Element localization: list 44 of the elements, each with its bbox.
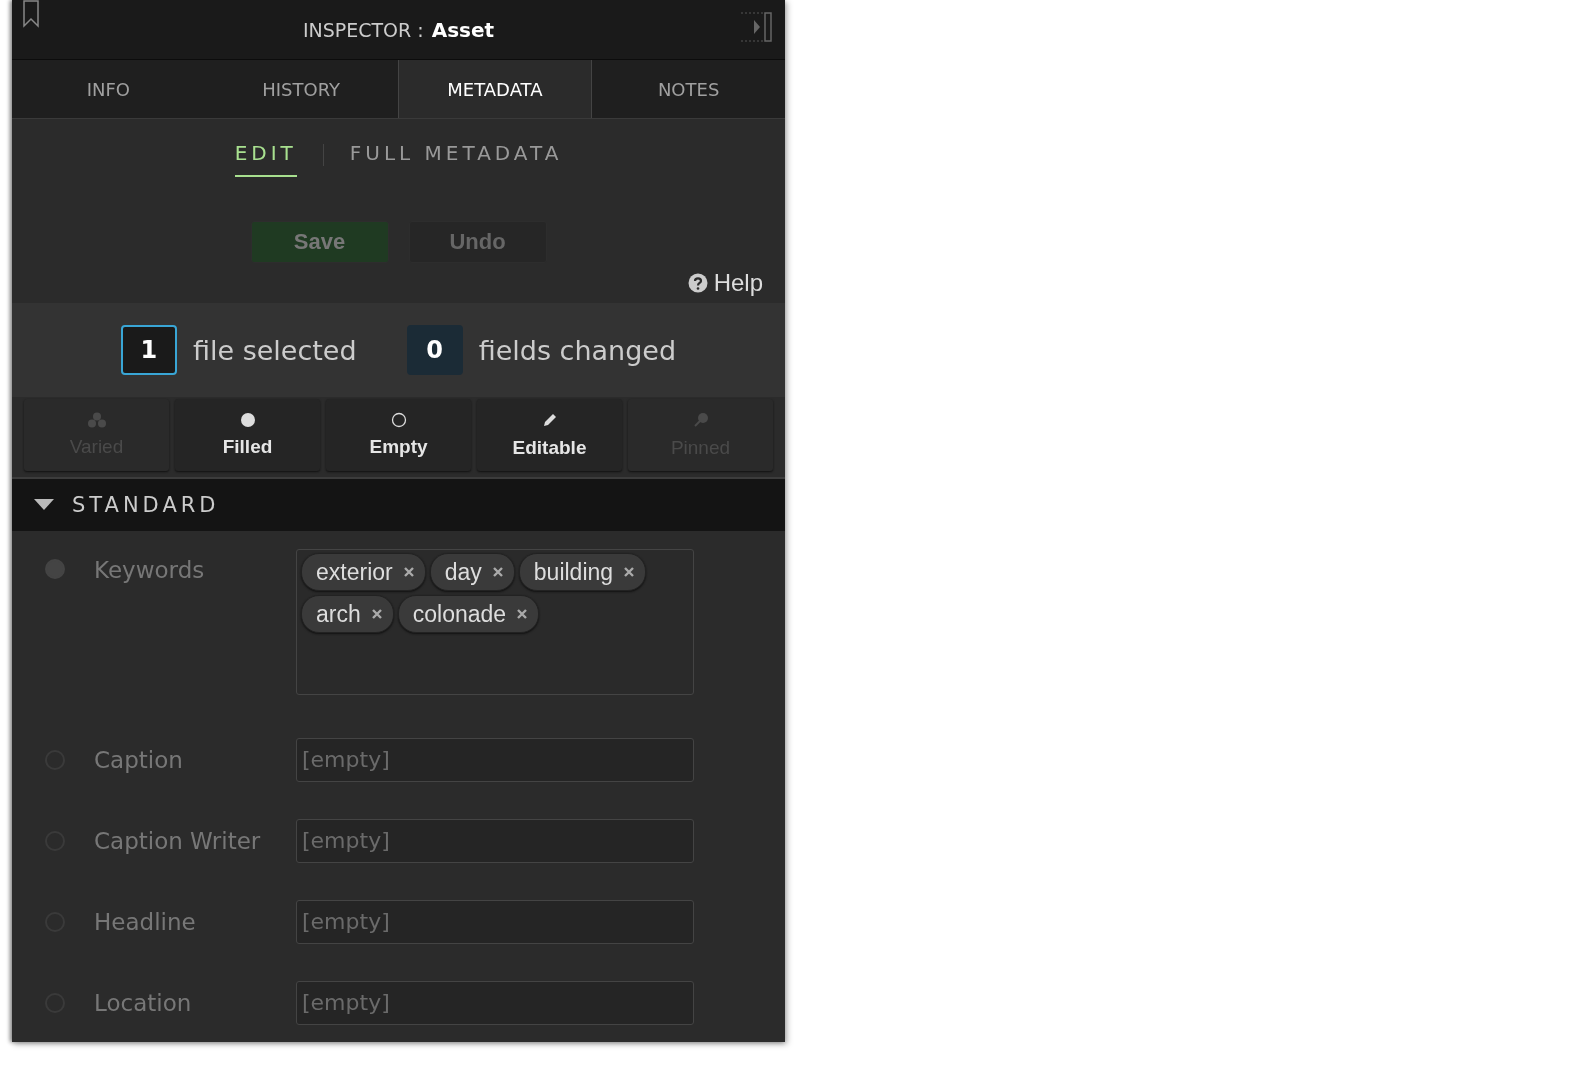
field-label: Location bbox=[94, 989, 193, 1016]
tab[interactable]: HISTORY bbox=[204, 60, 398, 118]
filter-button[interactable]: Editable bbox=[477, 399, 622, 471]
keyword-tag[interactable]: colonade bbox=[397, 595, 540, 633]
count-badge: 1 bbox=[120, 325, 177, 375]
remove-icon[interactable] bbox=[402, 566, 415, 578]
text-field[interactable]: [empty] bbox=[296, 737, 694, 782]
keyword-tag[interactable]: building bbox=[518, 553, 647, 591]
filled-circle-icon bbox=[239, 412, 256, 428]
help-icon bbox=[687, 273, 708, 293]
filter-button[interactable]: Empty bbox=[326, 399, 471, 471]
text-field[interactable]: [empty] bbox=[296, 818, 694, 863]
keyword-tag[interactable]: day bbox=[429, 553, 515, 591]
bookmark-icon[interactable] bbox=[22, 0, 40, 28]
text-field[interactable]: [empty] bbox=[296, 980, 694, 1025]
remove-icon[interactable] bbox=[516, 608, 529, 620]
subtab[interactable]: FULL METADATA bbox=[349, 133, 563, 177]
keyword-tag[interactable]: exterior bbox=[301, 553, 426, 591]
help-link[interactable]: Help bbox=[687, 269, 763, 297]
filter-button[interactable]: Filled bbox=[175, 399, 320, 471]
panel-title-label: INSPECTOR : bbox=[302, 18, 424, 41]
keywords-field[interactable]: exterior day building arch colonade bbox=[296, 549, 694, 695]
remove-icon[interactable] bbox=[623, 566, 636, 578]
caret-icon bbox=[34, 499, 54, 511]
count-label: fields changed bbox=[478, 334, 677, 366]
text-field[interactable]: [empty] bbox=[296, 899, 694, 944]
empty-circle-icon bbox=[390, 412, 407, 428]
remove-icon[interactable] bbox=[491, 566, 504, 578]
keyword-tag[interactable]: arch bbox=[301, 595, 394, 633]
tab[interactable]: INFO bbox=[12, 60, 205, 118]
count-label: file selected bbox=[192, 334, 357, 366]
count-badge: 0 bbox=[406, 325, 463, 375]
collapse-panel-icon[interactable] bbox=[739, 11, 773, 43]
panel-title: Asset bbox=[431, 17, 495, 42]
tab[interactable]: NOTES bbox=[592, 60, 785, 118]
subtab[interactable]: EDIT bbox=[234, 133, 297, 177]
section-header[interactable]: STANDARD bbox=[12, 479, 785, 531]
tab[interactable]: METADATA bbox=[397, 60, 593, 118]
field-label: Caption bbox=[94, 746, 184, 773]
field-label: Keywords bbox=[94, 557, 206, 583]
remove-icon[interactable] bbox=[370, 608, 383, 620]
field-label: Headline bbox=[94, 908, 197, 935]
field-label: Caption Writer bbox=[94, 827, 262, 854]
three-dots-icon bbox=[86, 412, 107, 428]
